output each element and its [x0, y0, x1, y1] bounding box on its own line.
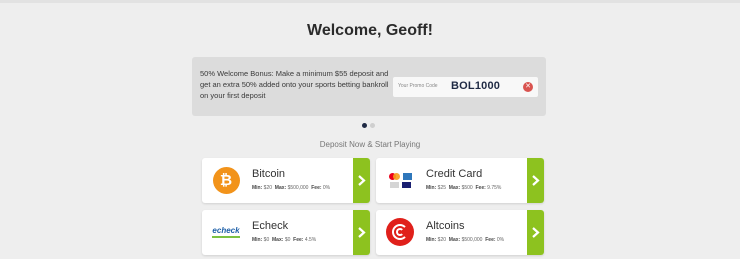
promo-code-field[interactable]: Your Promo Code BOL1000 ✕	[393, 77, 538, 97]
carousel-dot-2[interactable]	[370, 123, 375, 128]
chevron-right-icon[interactable]	[527, 158, 544, 203]
section-subtitle: Deposit Now & Start Playing	[319, 140, 421, 149]
chevron-right-icon[interactable]	[353, 158, 370, 203]
method-limits: Min: $25 Max: $500 Fee: 9.75%	[426, 185, 502, 191]
credit-card-icon	[386, 166, 414, 194]
promo-description: 50% Welcome Bonus: Make a minimum $55 de…	[200, 69, 389, 100]
promo-banner: 50% Welcome Bonus: Make a minimum $55 de…	[192, 57, 546, 116]
carousel-dots	[362, 123, 375, 128]
echeck-logo-text: echeck	[212, 226, 240, 238]
carousel-dot-1[interactable]	[362, 123, 367, 128]
method-name: Bitcoin	[252, 168, 286, 180]
method-limits: Min: $0 Max: $0 Fee: 4.5%	[252, 237, 317, 243]
chevron-right-icon[interactable]	[353, 210, 370, 255]
deposit-method-credit-card[interactable]: Credit Card Min: $25 Max: $500 Fee: 9.75…	[376, 158, 544, 203]
altcoin-icon	[386, 218, 414, 246]
promo-code-label: Your Promo Code	[398, 83, 438, 89]
top-strip	[0, 0, 740, 3]
clear-icon[interactable]: ✕	[523, 82, 533, 92]
promo-code-value[interactable]: BOL1000	[451, 80, 500, 92]
method-name: Altcoins	[426, 220, 465, 232]
page-title: Welcome, Geoff!	[307, 22, 433, 39]
echeck-icon: echeck	[212, 218, 240, 246]
deposit-method-altcoins[interactable]: Altcoins Min: $20 Max: $500,000 Fee: 0%	[376, 210, 544, 255]
deposit-method-echeck[interactable]: echeck Echeck Min: $0 Max: $0 Fee: 4.5%	[202, 210, 370, 255]
bitcoin-icon: ₿	[212, 166, 240, 194]
method-name: Credit Card	[426, 168, 483, 180]
method-limits: Min: $20 Max: $500,000 Fee: 0%	[426, 237, 505, 243]
chevron-right-icon[interactable]	[527, 210, 544, 255]
method-name: Echeck	[252, 220, 289, 232]
deposit-method-bitcoin[interactable]: ₿ Bitcoin Min: $20 Max: $500,000 Fee: 0%	[202, 158, 370, 203]
method-limits: Min: $20 Max: $500,000 Fee: 0%	[252, 185, 331, 191]
